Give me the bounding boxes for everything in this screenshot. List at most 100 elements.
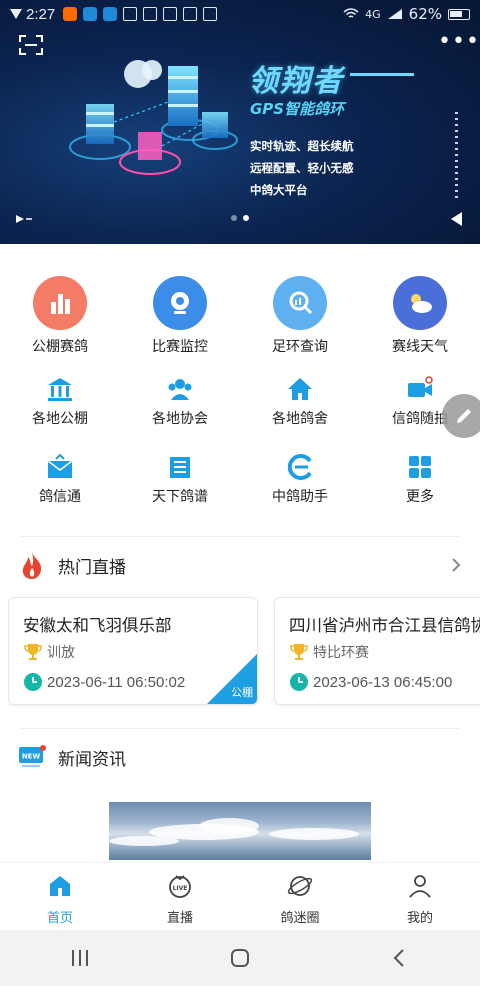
signal-triangle-icon [10, 9, 22, 19]
live-card-title: 安徽太和飞羽俱乐部 [23, 616, 172, 635]
play-indicator-icon [16, 215, 32, 223]
home-icon [50, 876, 70, 896]
tab-home[interactable]: 首页 [0, 863, 120, 930]
shortcut-label: 公棚赛鸽 [32, 339, 88, 355]
tertiary-shortcuts: 鸽信通 天下鸽谱 中鸽助手 更多 [0, 452, 480, 506]
house-icon [285, 374, 315, 404]
bottom-tab-bar: 首页 LIVE 直播 鸽迷圈 我的 [0, 862, 480, 930]
bar-chart-icon [33, 276, 87, 330]
edit-floating-button[interactable] [442, 394, 480, 438]
carousel-dots [231, 215, 249, 221]
weather-icon [393, 276, 447, 330]
live-card-type-row: 训放 [23, 642, 75, 662]
trophy-icon [290, 644, 308, 660]
back-chevron-icon [393, 949, 404, 967]
primary-shortcuts: 公棚赛鸽 比赛监控 足环查询 赛线天气 [0, 276, 480, 356]
shortcut-race-monitor[interactable]: 比赛监控 [120, 276, 240, 356]
news-badge-icon: NEW [19, 745, 46, 767]
telecom-icon [83, 7, 98, 21]
tab-live[interactable]: LIVE 直播 [120, 863, 240, 930]
headline-underline [350, 73, 414, 76]
live-section-header[interactable]: 热门直播 [0, 548, 480, 582]
shortcut-label: 比赛监控 [152, 339, 208, 355]
recent-apps-button[interactable] [60, 938, 100, 978]
news-badge-text: NEW [22, 753, 41, 761]
home-button[interactable] [220, 938, 260, 978]
planet-icon [287, 876, 313, 896]
tab-community[interactable]: 鸽迷圈 [240, 863, 360, 930]
group-icon [165, 374, 195, 404]
svg-text:LIVE: LIVE [173, 885, 188, 892]
volume-icon [451, 212, 462, 226]
banner-feature: 实时轨迹、超长续航 [250, 139, 354, 153]
chevron-right-icon[interactable] [450, 556, 462, 574]
live-card[interactable]: 安徽太和飞羽俱乐部 训放 2023-06-11 06:50:02 公棚 [8, 597, 258, 705]
news-section-title: 新闻资讯 [58, 749, 126, 770]
banner-feature: 中鸽大平台 [250, 183, 308, 197]
server-illustration [69, 60, 238, 175]
camera-icon [153, 276, 207, 330]
person-icon [409, 875, 431, 898]
notification-icon [123, 7, 138, 21]
scan-icon[interactable] [18, 34, 44, 56]
shortcut-local-associations[interactable]: 各地协会 [120, 374, 240, 428]
building-icon [45, 374, 75, 404]
search-chart-icon [273, 276, 327, 330]
shortcut-label: 各地鸽舍 [272, 411, 328, 427]
shortcut-label: 鸽信通 [39, 489, 81, 505]
live-card-type: 特比环赛 [313, 645, 369, 661]
carousel-dot-active[interactable] [243, 215, 249, 221]
clock-icon [24, 673, 42, 691]
carousel-dot[interactable] [231, 215, 237, 221]
battery-percent: 62% [408, 5, 442, 23]
banner-subheadline: GPS智能鸽环 [250, 100, 345, 118]
browser-icon [103, 7, 118, 21]
secondary-shortcuts: 各地公棚 各地协会 各地鸽舍 信鸽随拍 [0, 374, 480, 428]
system-navigation-bar [0, 930, 480, 986]
shortcut-assistant[interactable]: 中鸽助手 [240, 452, 360, 506]
shortcut-local-houses[interactable]: 各地鸽舍 [240, 374, 360, 428]
shortcut-pigeon-mail[interactable]: 鸽信通 [0, 452, 120, 506]
shortcut-label: 天下鸽谱 [152, 489, 208, 505]
shortcut-label: 足环查询 [272, 339, 328, 355]
home-circle-icon [231, 949, 249, 967]
promo-banner[interactable]: 2:27 4G 62% ••• 领翔者 GPS智能鸽环 实时轨迹、超长续航 远程… [0, 0, 480, 244]
tab-label: 首页 [46, 911, 73, 926]
network-type: 4G [365, 7, 381, 21]
live-icon: LIVE [169, 875, 191, 898]
live-card-type-row: 特比环赛 [289, 642, 369, 662]
video-icon [405, 374, 435, 404]
live-card-time: 2023-06-13 06:45:00 [313, 673, 453, 691]
back-button[interactable] [380, 938, 420, 978]
live-card-time-row: 2023-06-11 06:50:02 [23, 672, 185, 692]
live-card-time: 2023-06-11 06:50:02 [47, 673, 186, 691]
pencil-icon [457, 409, 471, 423]
shortcut-more[interactable]: 更多 [360, 452, 480, 506]
notification-icon [163, 7, 178, 21]
clock: 2:27 [26, 5, 56, 23]
news-thumbnail[interactable] [109, 802, 371, 860]
shortcut-ring-lookup[interactable]: 足环查询 [240, 276, 360, 356]
live-card-type: 训放 [47, 645, 75, 661]
live-card-list[interactable]: 安徽太和飞羽俱乐部 训放 2023-06-11 06:50:02 公棚 四川省泸… [8, 597, 480, 707]
shortcut-loft-race[interactable]: 公棚赛鸽 [0, 276, 120, 356]
shortcut-route-weather[interactable]: 赛线天气 [360, 276, 480, 356]
mail-icon [45, 452, 75, 482]
shortcut-pedigree[interactable]: 天下鸽谱 [120, 452, 240, 506]
live-card[interactable]: 四川省泸州市合江县信鸽协 特比环赛 2023-06-13 06:45:00 [274, 597, 480, 705]
status-bar: 2:27 4G 62% [0, 0, 480, 28]
shortcut-label: 各地协会 [152, 411, 208, 427]
news-section-header[interactable]: NEW 新闻资讯 [0, 740, 480, 774]
shortcut-label: 更多 [406, 489, 434, 505]
live-card-title: 四川省泸州市合江县信鸽协 [289, 616, 480, 635]
shortcut-local-lofts[interactable]: 各地公棚 [0, 374, 120, 428]
tab-profile[interactable]: 我的 [360, 863, 480, 930]
clock-icon [290, 673, 308, 691]
loft-badge-label: 公棚 [231, 686, 253, 699]
live-section-title: 热门直播 [58, 557, 126, 578]
more-options-button[interactable]: ••• [438, 31, 479, 53]
battery-icon [448, 8, 470, 20]
image-icon [183, 7, 198, 21]
tab-label: 直播 [166, 911, 193, 926]
shortcut-label: 各地公棚 [32, 411, 88, 427]
